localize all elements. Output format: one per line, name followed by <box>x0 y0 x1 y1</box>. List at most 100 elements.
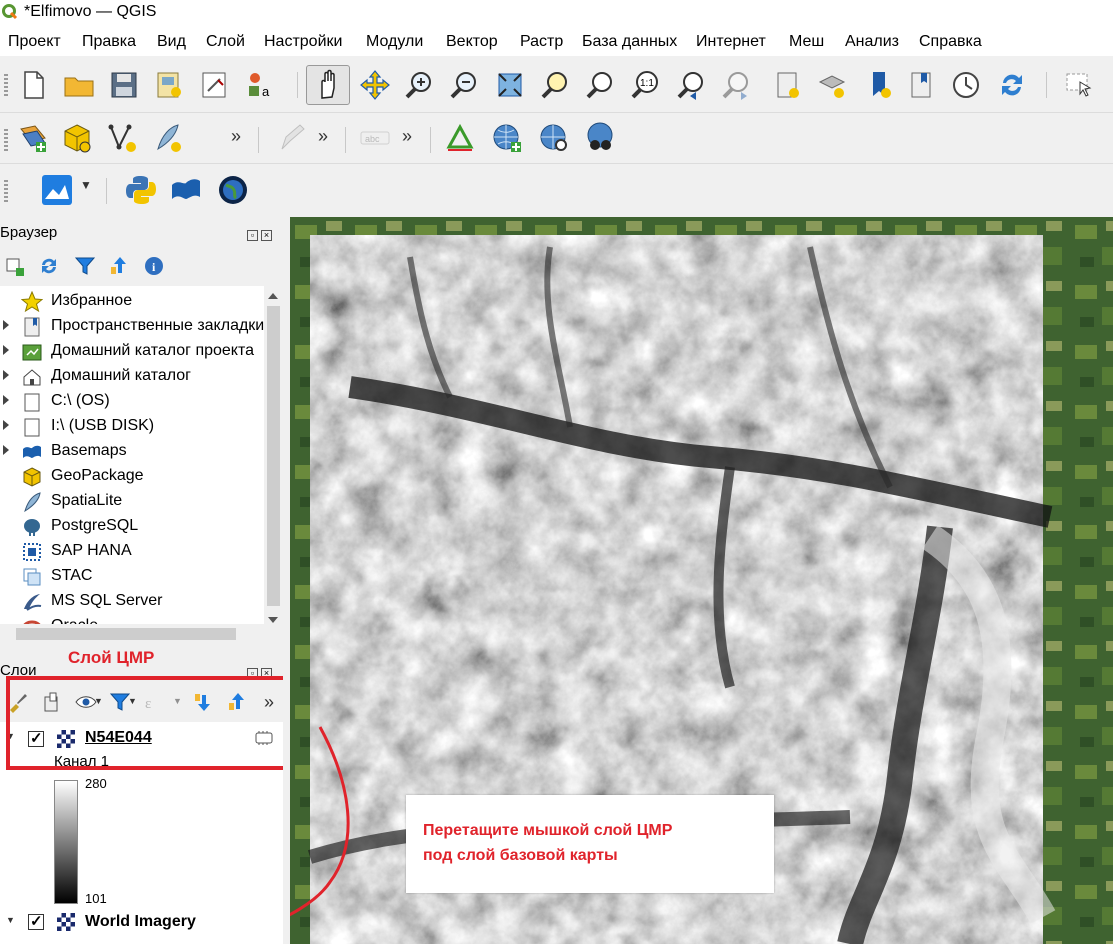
globe-icon[interactable] <box>214 171 252 209</box>
close-panel-icon[interactable]: × <box>261 230 272 241</box>
new-spatialite-layer-icon[interactable] <box>148 119 186 157</box>
expand-arrow-icon[interactable] <box>3 345 9 355</box>
browser-item-drive-c[interactable]: C:\ (OS) <box>0 389 264 413</box>
toolbar-overflow-chevron-icon[interactable]: » <box>231 126 241 147</box>
new-map-view-icon[interactable] <box>768 66 806 104</box>
browser-item-spatial-bookmarks[interactable]: Пространственные закладки <box>0 314 264 338</box>
scroll-down-arrow-icon[interactable] <box>268 617 278 623</box>
browser-item-spatialite[interactable]: SpatiaLite <box>0 489 264 513</box>
pan-icon[interactable] <box>306 65 350 105</box>
zoom-in-icon[interactable] <box>400 66 438 104</box>
menu-raster[interactable]: Растр <box>520 33 563 51</box>
menu-web[interactable]: Интернет <box>696 33 766 51</box>
browser-dock-buttons[interactable]: ▫ × <box>247 225 277 241</box>
save-project-icon[interactable] <box>105 66 143 104</box>
menu-mesh[interactable]: Меш <box>789 33 824 51</box>
zoom-last-icon[interactable] <box>672 66 710 104</box>
metasearch-icon[interactable] <box>535 119 573 157</box>
georeferencer-icon[interactable] <box>441 119 479 157</box>
browser-item-basemaps[interactable]: Basemaps <box>0 439 264 463</box>
menu-project[interactable]: Проект <box>8 33 61 51</box>
qgis-cloud-icon[interactable] <box>167 171 205 209</box>
zoom-full-icon[interactable] <box>491 66 529 104</box>
browser-item-label: Домашний каталог проекта <box>51 342 255 359</box>
select-features-icon[interactable] <box>1060 66 1098 104</box>
refresh-browser-icon[interactable] <box>37 254 61 278</box>
browser-item-favorites[interactable]: Избранное <box>0 289 264 313</box>
temporal-controller-icon[interactable] <box>947 66 985 104</box>
menu-view[interactable]: Вид <box>157 33 186 51</box>
zoom-out-icon[interactable] <box>445 66 483 104</box>
layout-manager-icon[interactable] <box>196 66 234 104</box>
expand-arrow-icon[interactable] <box>3 420 9 430</box>
refresh-icon[interactable] <box>993 66 1031 104</box>
mssql-icon <box>21 591 43 613</box>
show-bookmarks-icon[interactable] <box>902 66 940 104</box>
browser-item-mssql[interactable]: MS SQL Server <box>0 589 264 613</box>
menu-layer[interactable]: Слой <box>206 33 245 51</box>
layers-dock-buttons[interactable]: ▫ × <box>247 663 277 679</box>
digitize-icon[interactable] <box>272 119 310 157</box>
filter-browser-icon[interactable] <box>73 254 97 278</box>
zoom-to-layer-icon[interactable] <box>581 66 619 104</box>
zoom-native-icon[interactable]: 1:1 <box>626 66 664 104</box>
expand-arrow-icon[interactable] <box>3 320 9 330</box>
toolbar-overflow-chevron-icon[interactable]: » <box>318 126 328 147</box>
collapse-all-icon[interactable] <box>108 254 132 278</box>
pan-to-selection-icon[interactable] <box>356 66 394 104</box>
menu-plugins[interactable]: Модули <box>366 33 423 51</box>
layer-name-world-imagery[interactable]: World Imagery <box>85 913 196 931</box>
instruction-line-2: под слой базовой карты <box>423 847 618 864</box>
zoom-to-selection-icon[interactable] <box>536 66 574 104</box>
browser-vertical-scrollbar[interactable] <box>264 286 283 630</box>
menu-database[interactable]: База данных <box>582 33 677 51</box>
float-panel-icon[interactable]: ▫ <box>247 230 258 241</box>
toolbar-grip[interactable] <box>4 180 8 202</box>
menu-help[interactable]: Справка <box>919 33 982 51</box>
expand-arrow-icon[interactable] <box>3 395 9 405</box>
scrollbar-thumb[interactable] <box>267 306 280 606</box>
style-manager-icon[interactable]: a <box>241 66 279 104</box>
expand-arrow-icon[interactable] <box>3 370 9 380</box>
browser-item-home[interactable]: Домашний каталог <box>0 364 264 388</box>
browser-item-stac[interactable]: STAC <box>0 564 264 588</box>
menu-processing[interactable]: Анализ <box>845 33 899 51</box>
new-shapefile-layer-icon[interactable] <box>103 119 141 157</box>
toolbar-grip[interactable] <box>4 74 8 96</box>
browser-item-label: Избранное <box>51 292 133 309</box>
scroll-up-arrow-icon[interactable] <box>268 293 278 299</box>
wms-layer-icon[interactable] <box>488 119 526 157</box>
new-project-icon[interactable] <box>14 66 52 104</box>
open-project-icon[interactable] <box>60 66 98 104</box>
info-icon[interactable]: i <box>142 254 166 278</box>
new-3d-map-view-icon[interactable] <box>813 66 851 104</box>
scrollbar-thumb[interactable] <box>16 628 236 640</box>
label-icon[interactable]: abc <box>356 119 394 157</box>
browser-horizontal-scrollbar[interactable] <box>0 624 283 644</box>
browser-item-label: I:\ (USB DISK) <box>51 417 155 434</box>
new-spatial-bookmark-icon[interactable] <box>860 66 898 104</box>
menu-edit[interactable]: Правка <box>82 33 136 51</box>
profile-tool-icon[interactable] <box>38 171 76 209</box>
collapse-arrow-icon[interactable]: ▼ <box>6 915 15 925</box>
browser-item-postgresql[interactable]: PostgreSQL <box>0 514 264 538</box>
add-layer-icon[interactable] <box>3 254 27 278</box>
menu-vector[interactable]: Вектор <box>446 33 498 51</box>
toolbar-grip[interactable] <box>4 129 8 151</box>
browser-item-geopackage[interactable]: GeoPackage <box>0 464 264 488</box>
new-geopackage-layer-icon[interactable] <box>58 119 96 157</box>
browser-item-drive-i[interactable]: I:\ (USB DISK) <box>0 414 264 438</box>
data-source-manager-icon[interactable] <box>14 119 52 157</box>
python-console-icon[interactable] <box>122 171 160 209</box>
toolbar-overflow-chevron-icon[interactable]: » <box>402 126 412 147</box>
browser-item-project-home[interactable]: Домашний каталог проекта <box>0 339 264 363</box>
zoom-next-icon[interactable] <box>717 66 755 104</box>
browser-item-sap-hana[interactable]: SAP HANA <box>0 539 264 563</box>
quickmapservices-icon[interactable] <box>582 119 620 157</box>
layer-visibility-checkbox[interactable] <box>28 912 44 930</box>
dropdown-arrow-icon[interactable]: ▼ <box>80 178 92 192</box>
new-print-layout-icon[interactable] <box>150 66 188 104</box>
panel-splitter[interactable] <box>283 217 290 944</box>
menu-settings[interactable]: Настройки <box>264 33 342 51</box>
expand-arrow-icon[interactable] <box>3 445 9 455</box>
